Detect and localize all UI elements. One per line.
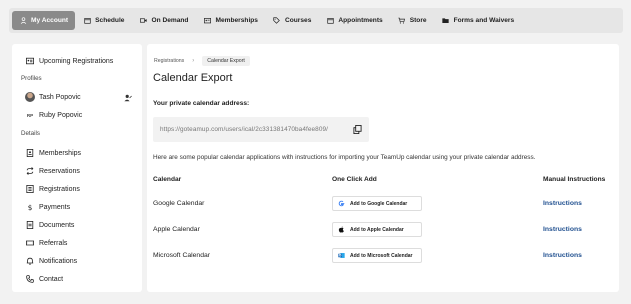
- sidebar-profile-tash[interactable]: Tash Popovic: [25, 91, 81, 103]
- nav-label: Schedule: [95, 17, 125, 24]
- user-settings-icon[interactable]: [124, 94, 132, 102]
- sidebar-item-label: Notifications: [39, 257, 78, 265]
- profiles-heading: Profiles: [21, 75, 42, 82]
- calendar-address-url[interactable]: https://goteamup.com/users/ical/2c331381…: [160, 126, 328, 133]
- sidebar-item-documents[interactable]: Documents: [25, 219, 74, 231]
- outlook-icon: O: [338, 252, 345, 259]
- svg-text:O: O: [339, 254, 342, 258]
- calendar-address-label: Your private calendar address:: [153, 100, 250, 107]
- calendar-name: Microsoft Calendar: [153, 252, 211, 259]
- list-icon: [25, 184, 35, 194]
- nav-store[interactable]: Store: [391, 11, 434, 30]
- sidebar-item-contact[interactable]: Contact: [25, 273, 63, 285]
- column-header-calendar: Calendar: [153, 176, 182, 183]
- calendar-icon: [326, 17, 334, 25]
- sidebar-item-label: Upcoming Registrations: [39, 57, 114, 65]
- sidebar-item-reservations[interactable]: Reservations: [25, 165, 80, 177]
- tag-icon: [273, 17, 281, 25]
- details-heading: Details: [21, 130, 40, 137]
- video-icon: [139, 17, 147, 25]
- nav-my-account[interactable]: My Account: [12, 11, 76, 30]
- sidebar-item-registrations[interactable]: Registrations: [25, 183, 80, 195]
- calendar-address-field[interactable]: https://goteamup.com/users/ical/2c331381…: [153, 117, 369, 142]
- nav-courses[interactable]: Courses: [266, 11, 318, 30]
- nav-label: On Demand: [151, 17, 189, 24]
- id-card-icon: [25, 148, 35, 158]
- add-button-label: Add to Google Calendar: [350, 200, 408, 207]
- sidebar-item-payments[interactable]: $ Payments: [25, 201, 70, 213]
- sidebar-item-memberships[interactable]: Memberships: [25, 147, 81, 159]
- id-card-icon: [203, 17, 211, 25]
- folder-icon: [442, 17, 450, 25]
- nav-label: Store: [409, 17, 427, 24]
- apple-icon: [338, 226, 345, 233]
- repeat-icon: [25, 166, 35, 176]
- document-icon: [25, 220, 35, 230]
- phone-icon: [25, 274, 35, 284]
- nav-label: Forms and Waivers: [453, 17, 515, 24]
- column-header-one-click-add: One Click Add: [332, 176, 377, 183]
- main-panel: Registrations › Calendar Export Calendar…: [147, 44, 619, 292]
- sidebar-item-label: Referrals: [39, 239, 68, 247]
- add-to-apple-calendar-button[interactable]: Add to Apple Calendar: [332, 222, 422, 237]
- nav-appointments[interactable]: Appointments: [319, 11, 389, 30]
- calendar-name: Google Calendar: [153, 200, 205, 207]
- sidebar-item-label: Reservations: [39, 167, 80, 175]
- add-to-google-calendar-button[interactable]: Add to Google Calendar: [332, 196, 422, 211]
- ticket-icon: [25, 238, 35, 248]
- avatar: RP: [25, 110, 35, 120]
- intro-text: Here are some popular calendar applicati…: [153, 154, 536, 161]
- sidebar-item-upcoming-registrations[interactable]: Upcoming Registrations: [25, 55, 113, 67]
- add-button-label: Add to Microsoft Calendar: [350, 252, 413, 259]
- copy-icon[interactable]: [353, 125, 362, 134]
- sidebar-item-label: Registrations: [39, 185, 80, 193]
- sidebar-item-notifications[interactable]: Notifications: [25, 255, 77, 267]
- nav-schedule[interactable]: Schedule: [76, 11, 131, 30]
- google-icon: [338, 200, 345, 207]
- sidebar-item-referrals[interactable]: Referrals: [25, 237, 67, 249]
- instructions-link-google[interactable]: Instructions: [543, 200, 582, 207]
- nav-memberships[interactable]: Memberships: [196, 11, 265, 30]
- svg-text:$: $: [28, 203, 33, 211]
- nav-label: Appointments: [338, 17, 383, 24]
- nav-forms-and-waivers[interactable]: Forms and Waivers: [435, 11, 522, 30]
- add-button-label: Add to Apple Calendar: [350, 226, 404, 233]
- nav-label: My Account: [31, 17, 69, 24]
- sidebar-item-label: Memberships: [39, 149, 82, 157]
- profile-name: Tash Popovic: [39, 93, 81, 101]
- sidebar-item-label: Documents: [39, 221, 75, 229]
- instructions-link-apple[interactable]: Instructions: [543, 226, 582, 233]
- breadcrumb-parent[interactable]: Registrations: [154, 58, 184, 64]
- sidebar-profile-ruby[interactable]: RP Ruby Popovic: [25, 109, 82, 121]
- instructions-link-microsoft[interactable]: Instructions: [543, 252, 582, 259]
- dollar-icon: $: [25, 202, 35, 212]
- breadcrumb-current: Calendar Export: [202, 56, 250, 66]
- top-navigation: My Account Schedule On Demand Membership…: [9, 8, 623, 33]
- user-icon: [19, 17, 27, 25]
- column-header-manual-instructions: Manual Instructions: [543, 176, 606, 183]
- nav-label: Courses: [284, 17, 312, 24]
- avatar: [25, 92, 35, 102]
- add-to-microsoft-calendar-button[interactable]: O Add to Microsoft Calendar: [332, 248, 422, 263]
- cart-icon: [398, 17, 406, 25]
- nav-label: Memberships: [215, 17, 258, 24]
- chevron-right-icon: ›: [192, 58, 195, 64]
- sidebar-item-label: Contact: [39, 275, 64, 283]
- calendar-icon: [83, 17, 91, 25]
- profile-name: Ruby Popovic: [39, 111, 83, 119]
- calendar-name: Apple Calendar: [153, 226, 200, 233]
- sidebar-item-label: Payments: [39, 203, 71, 211]
- page-title: Calendar Export: [153, 72, 233, 84]
- breadcrumb: Registrations › Calendar Export: [154, 56, 250, 66]
- nav-on-demand[interactable]: On Demand: [132, 11, 195, 30]
- id-card-icon: [25, 56, 35, 66]
- sidebar: Upcoming Registrations Profiles Tash Pop…: [12, 44, 142, 292]
- bell-icon: [25, 256, 35, 266]
